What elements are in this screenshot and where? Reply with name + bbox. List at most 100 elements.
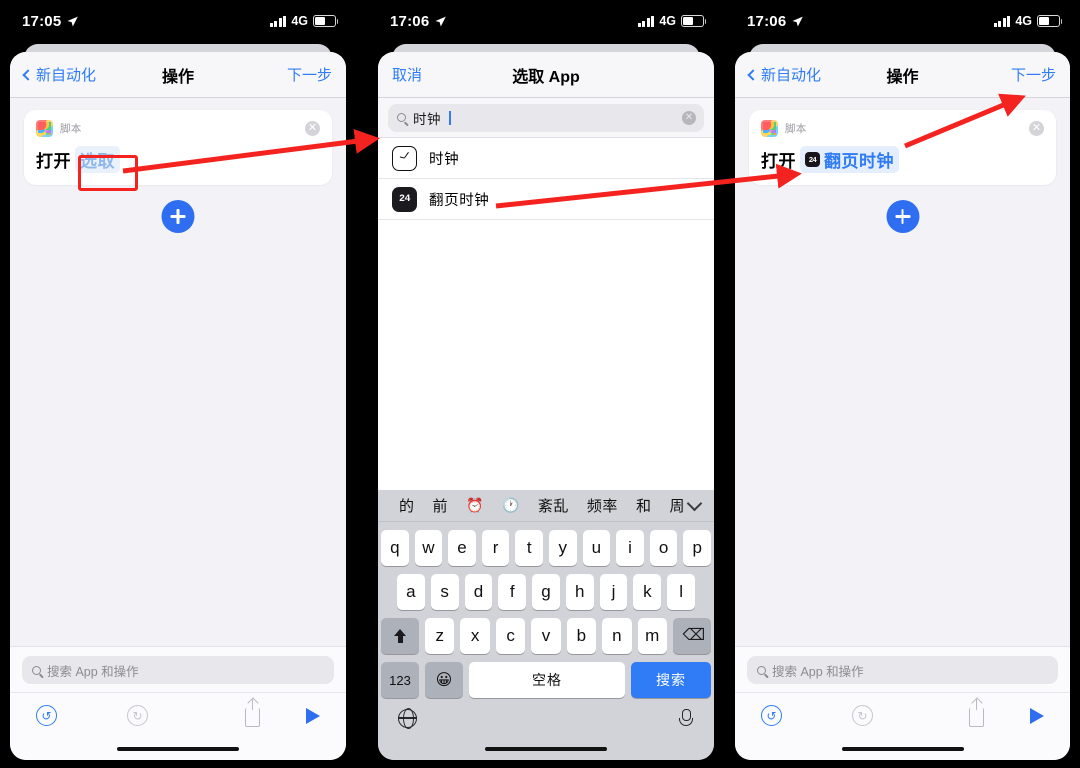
- candidate[interactable]: 🕐: [493, 497, 529, 514]
- search-field[interactable]: 时钟 ✕: [388, 103, 704, 132]
- location-arrow-icon: [435, 16, 447, 26]
- key-v[interactable]: v: [531, 618, 561, 654]
- key-d[interactable]: d: [464, 574, 493, 610]
- key-l[interactable]: l: [667, 574, 696, 610]
- app-placeholder-token[interactable]: 选取: [75, 146, 120, 173]
- key-t[interactable]: t: [515, 530, 543, 566]
- numbers-key[interactable]: 123: [381, 662, 419, 698]
- key-h[interactable]: h: [565, 574, 594, 610]
- key-z[interactable]: z: [425, 618, 455, 654]
- candidate[interactable]: 的: [390, 495, 424, 516]
- home-indicator: [10, 738, 346, 760]
- key-y[interactable]: y: [549, 530, 577, 566]
- flip-clock-app-icon: 24: [392, 186, 417, 212]
- battery-icon: [313, 15, 339, 27]
- keyboard-row-2: a s d f g h j k l: [378, 574, 714, 610]
- key-n[interactable]: n: [602, 618, 632, 654]
- candidate[interactable]: 周: [660, 495, 685, 516]
- back-button[interactable]: 新自动化: [22, 64, 96, 85]
- next-step-button[interactable]: 下一步: [287, 64, 332, 85]
- shortcuts-script-icon: [761, 120, 778, 137]
- action-kind-label: 脚本: [60, 123, 82, 135]
- key-g[interactable]: g: [532, 574, 560, 610]
- microphone-icon[interactable]: [676, 708, 694, 728]
- key-q[interactable]: q: [381, 530, 409, 566]
- chevron-down-icon[interactable]: [686, 495, 703, 511]
- status-time: 17:06: [747, 12, 787, 30]
- backspace-icon: [682, 625, 705, 645]
- candidate[interactable]: 和: [627, 495, 661, 516]
- key-a[interactable]: a: [396, 574, 425, 610]
- search-input[interactable]: 搜索 App 和操作: [747, 656, 1058, 684]
- play-icon[interactable]: [1030, 707, 1044, 724]
- status-time: 17:06: [390, 12, 430, 30]
- network-type: 4G: [291, 14, 308, 28]
- candidate[interactable]: 紊乱: [529, 495, 578, 516]
- key-i[interactable]: i: [616, 530, 644, 566]
- key-o[interactable]: o: [649, 530, 678, 566]
- list-item[interactable]: 时钟: [378, 138, 714, 179]
- add-action-button[interactable]: [161, 200, 195, 233]
- app-search-bar: 时钟 ✕: [378, 98, 714, 138]
- close-circle-icon[interactable]: ✕: [1029, 121, 1044, 136]
- cellular-signal-icon: [993, 15, 1011, 27]
- add-action-button[interactable]: [886, 200, 919, 233]
- candidate[interactable]: 前: [424, 495, 458, 516]
- page-title: 选取 App: [512, 68, 580, 86]
- key-r[interactable]: r: [481, 530, 510, 566]
- app-results-list: 时钟 24 翻页时钟: [378, 138, 714, 490]
- share-icon[interactable]: [245, 698, 260, 727]
- key-u[interactable]: u: [582, 530, 611, 566]
- backspace-key[interactable]: [672, 618, 711, 654]
- search-key[interactable]: 搜索: [631, 662, 711, 698]
- sheet: 取消 选取 App 时钟 ✕ 时钟 24 翻页时钟 的 前 ⏰ 🕐 紊乱 频率 …: [378, 52, 714, 760]
- close-circle-icon[interactable]: ✕: [305, 121, 320, 136]
- cancel-button[interactable]: 取消: [392, 64, 422, 85]
- clock-app-icon: [392, 145, 417, 171]
- text-caret: [449, 110, 451, 125]
- back-button[interactable]: 新自动化: [747, 64, 821, 85]
- action-card[interactable]: 脚本 ✕ 打开 24 翻页时钟: [749, 110, 1056, 185]
- key-c[interactable]: c: [495, 618, 526, 654]
- action-card-header: 脚本: [761, 120, 1044, 137]
- notch: [471, 0, 621, 12]
- key-f[interactable]: f: [498, 574, 527, 610]
- key-x[interactable]: x: [460, 618, 490, 654]
- redo-icon[interactable]: ↻: [127, 705, 148, 726]
- clear-circle-icon[interactable]: ✕: [682, 110, 696, 125]
- action-card-header: 脚本: [36, 120, 320, 137]
- next-step-button[interactable]: 下一步: [1011, 64, 1056, 85]
- space-key[interactable]: 空格: [469, 662, 625, 698]
- home-indicator: [735, 738, 1070, 760]
- key-j[interactable]: j: [599, 574, 628, 610]
- keyboard-row-3: z x c v b n m: [378, 618, 714, 654]
- shortcuts-script-icon: [36, 120, 53, 137]
- key-s[interactable]: s: [430, 574, 459, 610]
- key-e[interactable]: e: [448, 530, 476, 566]
- globe-icon[interactable]: [397, 708, 417, 729]
- share-icon[interactable]: [969, 698, 984, 727]
- action-card[interactable]: 脚本 ✕ 打开 选取: [24, 110, 332, 185]
- key-m[interactable]: m: [637, 618, 667, 654]
- key-p[interactable]: p: [683, 530, 711, 566]
- emoji-icon[interactable]: 😀: [425, 662, 463, 698]
- undo-icon[interactable]: ↺: [36, 705, 57, 726]
- list-item[interactable]: 24 翻页时钟: [378, 179, 714, 220]
- shift-key[interactable]: [381, 618, 420, 654]
- app-name: 翻页时钟: [429, 192, 490, 209]
- search-input[interactable]: 搜索 App 和操作: [22, 656, 334, 684]
- notch: [827, 0, 978, 12]
- nav-bar: 新自动化 操作 下一步: [735, 52, 1070, 98]
- candidate[interactable]: 频率: [578, 495, 627, 516]
- play-icon[interactable]: [306, 707, 320, 724]
- key-k[interactable]: k: [633, 574, 662, 610]
- key-w[interactable]: w: [414, 530, 443, 566]
- key-b[interactable]: b: [566, 618, 597, 654]
- selected-app-token[interactable]: 24 翻页时钟: [800, 146, 899, 173]
- network-type: 4G: [1015, 14, 1032, 28]
- redo-icon[interactable]: ↻: [852, 705, 873, 726]
- candidate[interactable]: ⏰: [457, 497, 493, 514]
- undo-icon[interactable]: ↺: [761, 705, 782, 726]
- phone-panel-1: 17:05 4G 新自动化 操作 下一步 脚本 ✕ 打开 选取 搜索 App 和…: [0, 0, 356, 768]
- cellular-signal-icon: [269, 15, 287, 27]
